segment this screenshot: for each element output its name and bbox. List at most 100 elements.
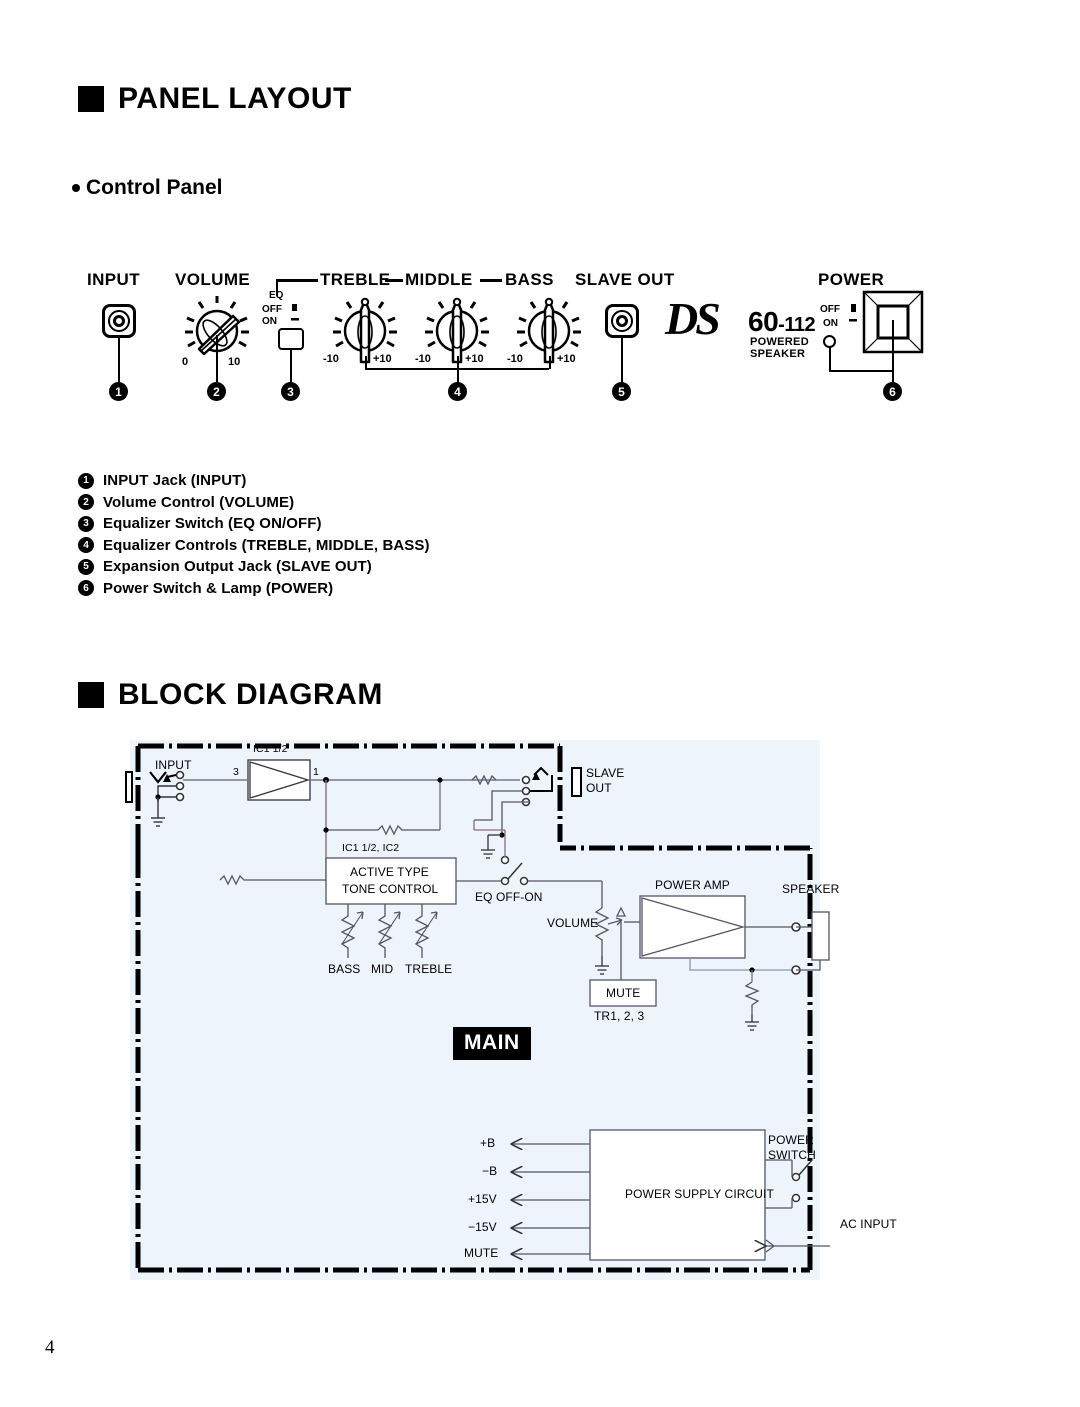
middle-scale-max: +10 — [465, 353, 484, 365]
speaker-body-icon — [811, 911, 830, 961]
power-amp-box — [639, 895, 746, 959]
volume-scale-min: 0 — [182, 356, 189, 368]
bd-label-speaker: SPEAKER — [782, 882, 840, 896]
eq-switch-off-label: OFF — [262, 304, 282, 315]
legend-item-5: 5 Expansion Output Jack (SLAVE OUT) — [78, 556, 578, 578]
page-number: 4 — [45, 1337, 55, 1358]
resistor-slave — [377, 824, 440, 836]
bd-label-tone-bass: BASS — [328, 962, 361, 976]
power-off-label: OFF — [820, 304, 840, 315]
legend-badge-4: 4 — [78, 537, 94, 554]
logo-brand-text: DS — [665, 293, 721, 344]
input-jack-symbol — [125, 771, 133, 803]
panel-label-power: POWER — [818, 270, 885, 289]
control-panel-diagram: INPUT VOLUME TREBLE MIDDLE BASS SLAVE OU… — [80, 260, 960, 410]
block-diagram-figure: INPUT IC1 1/2 3 1 SLAVE OUT IC1 1/2, IC2… — [120, 730, 897, 1290]
bd-label-power-switch-line1: POWER — [768, 1133, 814, 1147]
middle-scale-min: -10 — [415, 353, 431, 365]
legend-item-3: 3 Equalizer Switch (EQ ON/OFF) — [78, 513, 578, 535]
resistor-tone-input — [219, 874, 254, 886]
power-position-marks-icon — [849, 304, 857, 322]
treble-scale-max: +10 — [373, 353, 392, 365]
eq-switch-on-label: ON — [262, 316, 277, 327]
legend-item-6: 6 Power Switch & Lamp (POWER) — [78, 578, 578, 600]
tone-pot-symbols — [340, 904, 438, 958]
legend-text-2: Volume Control (VOLUME) — [103, 493, 295, 511]
preamp-box — [247, 759, 311, 801]
block-diagram-heading: BLOCK DIAGRAM — [78, 678, 383, 712]
legend-text-4: Equalizer Controls (TREBLE, MIDDLE, BASS… — [103, 536, 430, 554]
bd-label-tone-ic: IC1 1/2, IC2 — [342, 842, 400, 854]
eq-switch-position-marks-icon — [291, 304, 299, 321]
bd-label-preamp-pin-out: 1 — [313, 766, 319, 778]
panel-label-treble: TREBLE — [320, 270, 391, 289]
bass-scale-min: -10 — [507, 353, 523, 365]
bd-main-section-tag: MAIN — [453, 1027, 531, 1060]
psu-rail-arrows — [512, 1144, 590, 1254]
bd-label-tone-treble: TREBLE — [405, 962, 453, 976]
control-panel-legend: 1 INPUT Jack (INPUT) 2 Volume Control (V… — [78, 470, 578, 599]
legend-text-3: Equalizer Switch (EQ ON/OFF) — [103, 515, 322, 533]
bd-rail-minus-15v: −15V — [468, 1220, 497, 1234]
eq-switch-title: EQ — [269, 290, 284, 301]
leader-6a — [829, 346, 831, 372]
control-panel-subheading-text: Control Panel — [86, 176, 223, 199]
bd-label-preamp-ic: IC1 1/2 — [253, 743, 288, 755]
panel-label-middle: MIDDLE — [405, 270, 473, 289]
bd-label-volume: VOLUME — [547, 916, 599, 930]
panel-label-volume: VOLUME — [175, 270, 251, 289]
legend-badge-6: 6 — [78, 580, 94, 597]
bd-label-tone-line1: ACTIVE TYPE — [350, 865, 429, 879]
ground-symbol-amp — [745, 1015, 759, 1031]
leader-6-bus — [829, 370, 893, 372]
jack-hole-icon — [113, 315, 125, 327]
heading-bullet-square-icon-2 — [78, 682, 104, 708]
block-diagram-schematic — [125, 743, 830, 1273]
eq-bracket-horizontal — [276, 279, 318, 282]
leader-3 — [290, 350, 292, 386]
bd-label-ac-input: AC INPUT — [840, 1217, 897, 1231]
slave-jack-hole-icon — [616, 315, 628, 327]
slave-out-jack-symbol — [571, 767, 582, 797]
input-jack[interactable] — [102, 304, 136, 338]
bd-label-psu: POWER SUPPLY CIRCUIT — [625, 1187, 774, 1201]
bd-rail-mute: MUTE — [464, 1246, 499, 1260]
panel-label-bass: BASS — [505, 270, 554, 289]
ground-symbol-input — [151, 797, 165, 827]
leader-1 — [118, 338, 120, 386]
bd-label-power-amp: POWER AMP — [655, 878, 730, 892]
legend-item-1: 1 INPUT Jack (INPUT) — [78, 470, 578, 492]
slave-out-jack[interactable] — [605, 304, 639, 338]
bd-label-tone-line2: TONE CONTROL — [342, 882, 439, 896]
legend-text-6: Power Switch & Lamp (POWER) — [103, 579, 334, 597]
bd-rail-plus-b: +B — [480, 1136, 496, 1150]
bd-label-mute-block: MUTE — [606, 986, 641, 1000]
callout-badge-1: 1 — [109, 382, 128, 401]
eq-switch-pole-b — [500, 855, 510, 865]
legend-item-2: 2 Volume Control (VOLUME) — [78, 492, 578, 514]
eq-switch-blade — [507, 862, 523, 880]
bd-label-preamp-pin-in: 3 — [233, 766, 239, 778]
panel-layout-heading-text: PANEL LAYOUT — [118, 82, 352, 115]
callout-badge-5: 5 — [612, 382, 631, 401]
legend-badge-1: 1 — [78, 472, 94, 489]
legend-item-4: 4 Equalizer Controls (TREBLE, MIDDLE, BA… — [78, 535, 578, 557]
bd-rail-minus-b: −B — [482, 1164, 498, 1178]
ground-symbol-slave — [481, 834, 502, 859]
bd-label-mute-parts: TR1, 2, 3 — [594, 1009, 645, 1023]
block-diagram-heading-text: BLOCK DIAGRAM — [118, 678, 383, 711]
heading-bullet-square-icon — [78, 86, 104, 112]
control-panel-subheading: Control Panel — [72, 176, 223, 200]
eq-switch-button[interactable] — [278, 328, 304, 350]
power-switch-pole-bottom — [791, 1193, 801, 1203]
product-logo: DS 60-112 POWERED SPEAKER — [665, 293, 845, 360]
treble-scale-min: -10 — [323, 353, 339, 365]
eq-switch-pole-a — [500, 876, 510, 886]
legend-badge-3: 3 — [78, 515, 94, 532]
legend-badge-5: 5 — [78, 558, 94, 575]
leader-4-bus — [365, 368, 549, 370]
bd-rail-plus-15v: +15V — [468, 1192, 497, 1206]
legend-text-5: Expansion Output Jack (SLAVE OUT) — [103, 558, 372, 576]
callout-badge-2: 2 — [207, 382, 226, 401]
panel-label-slave-out: SLAVE OUT — [575, 270, 675, 289]
